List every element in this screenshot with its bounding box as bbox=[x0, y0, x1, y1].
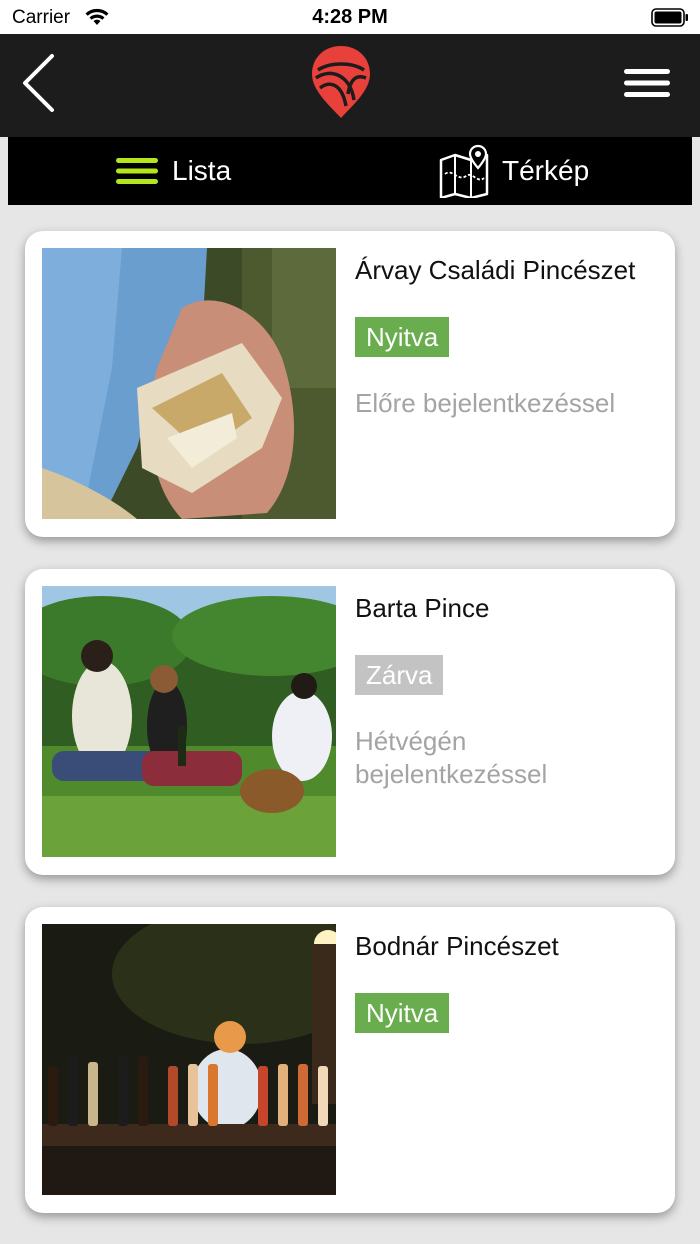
clock: 4:28 PM bbox=[312, 6, 388, 28]
tab-terkep[interactable]: Térkép bbox=[438, 137, 589, 205]
winery-photo bbox=[42, 248, 336, 519]
tab-lista-label: Lista bbox=[172, 155, 232, 186]
status-badge: Nyitva bbox=[355, 993, 450, 1033]
status-badge: Nyitva bbox=[355, 317, 450, 357]
chevron-left-icon[interactable] bbox=[18, 52, 58, 114]
winery-list[interactable]: Árvay Családi Pincészet Nyitva Előre bej… bbox=[8, 215, 692, 1244]
list-icon bbox=[116, 158, 158, 184]
winery-photo bbox=[42, 586, 336, 857]
winery-name: Bodnár Pincészet bbox=[355, 931, 559, 961]
winery-card[interactable]: Barta Pince Zárva Hétvégén bejelentkezés… bbox=[25, 569, 675, 875]
winery-card[interactable]: Árvay Családi Pincészet Nyitva Előre bej… bbox=[25, 231, 675, 537]
winery-name: Árvay Családi Pincészet bbox=[355, 255, 636, 285]
navigation-bar bbox=[0, 34, 700, 137]
status-bar: Carrier 4:28 PM bbox=[0, 0, 700, 34]
winery-name: Barta Pince bbox=[355, 593, 490, 623]
tab-lista[interactable]: Lista bbox=[114, 137, 231, 205]
status-badge: Zárva bbox=[355, 655, 444, 695]
map-icon bbox=[439, 144, 489, 198]
tab-terkep-label: Térkép bbox=[502, 155, 590, 186]
battery-icon bbox=[651, 8, 688, 27]
view-tabs: Lista Térkép bbox=[8, 137, 692, 205]
winery-card[interactable]: Bodnár Pincészet Nyitva bbox=[25, 907, 675, 1213]
visit-note: Hétvégén bejelentkezéssel bbox=[355, 726, 548, 789]
hamburger-menu-icon[interactable] bbox=[622, 66, 672, 100]
winery-photo bbox=[42, 924, 336, 1195]
winery-pin-logo-icon bbox=[312, 46, 370, 118]
visit-note: Előre bejelentkezéssel bbox=[355, 388, 616, 418]
